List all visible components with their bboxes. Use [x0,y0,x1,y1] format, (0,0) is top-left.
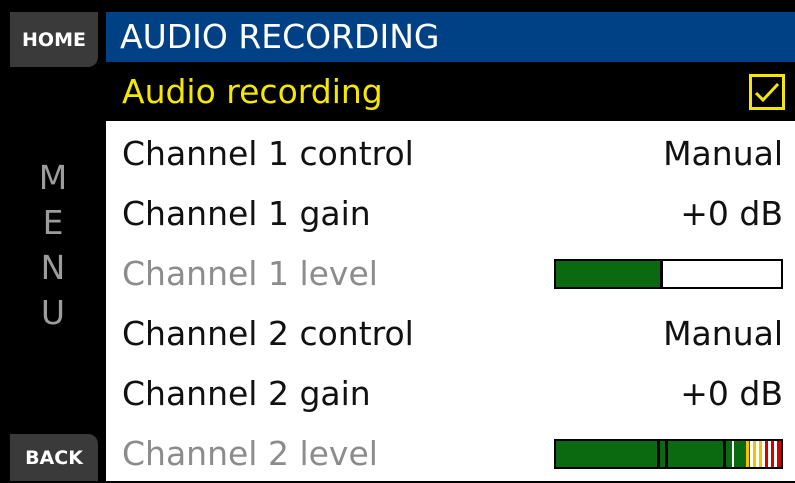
meter-red-bar [777,440,781,467]
menu-label[interactable]: M E N U [33,155,73,335]
row-channel-1-gain[interactable]: Channel 1 gain +0 dB [106,184,795,243]
row-channel-1-control[interactable]: Channel 1 control Manual [106,124,795,183]
meter-tick [732,440,734,467]
meter-tick [657,440,660,467]
row-label: Channel 1 control [122,134,414,173]
meter-tick [723,440,726,467]
menu-letter-m: M [38,158,68,197]
row-audio-recording[interactable]: Audio recording [106,62,795,121]
row-channel-2-level: Channel 2 level [106,424,795,483]
side-menu: HOME M E N U BACK [0,0,106,481]
meter-tick [665,440,668,467]
row-label: Channel 1 gain [122,194,371,233]
row-label: Channel 2 control [122,314,414,353]
menu-letter-e: E [42,203,64,242]
audio-recording-checkbox[interactable] [749,73,785,110]
level-fill [556,260,660,287]
channel-2-level-meter [554,438,783,469]
row-label: Channel 1 level [122,254,378,293]
row-label: Channel 2 level [122,434,378,473]
row-value: Manual [663,314,783,353]
channel-1-level-meter [554,258,783,289]
settings-list: Audio recording Channel 1 control Manual… [106,62,795,481]
row-value: +0 dB [680,194,783,233]
row-label: Channel 2 gain [122,374,371,413]
menu-letter-n: N [40,248,66,287]
row-value: Manual [663,134,783,173]
check-icon [754,82,780,102]
row-channel-1-level: Channel 1 level [106,244,795,303]
home-button[interactable]: HOME [10,12,98,67]
row-channel-2-control[interactable]: Channel 2 control Manual [106,304,795,363]
row-label: Audio recording [122,72,383,111]
meter-yellow-bar [746,440,749,467]
menu-letter-u: U [40,293,66,332]
page-title: AUDIO RECORDING [106,12,795,62]
back-button[interactable]: BACK [10,434,98,481]
peak-marker [659,260,663,287]
row-channel-2-gain[interactable]: Channel 2 gain +0 dB [106,364,795,423]
row-value: +0 dB [680,374,783,413]
